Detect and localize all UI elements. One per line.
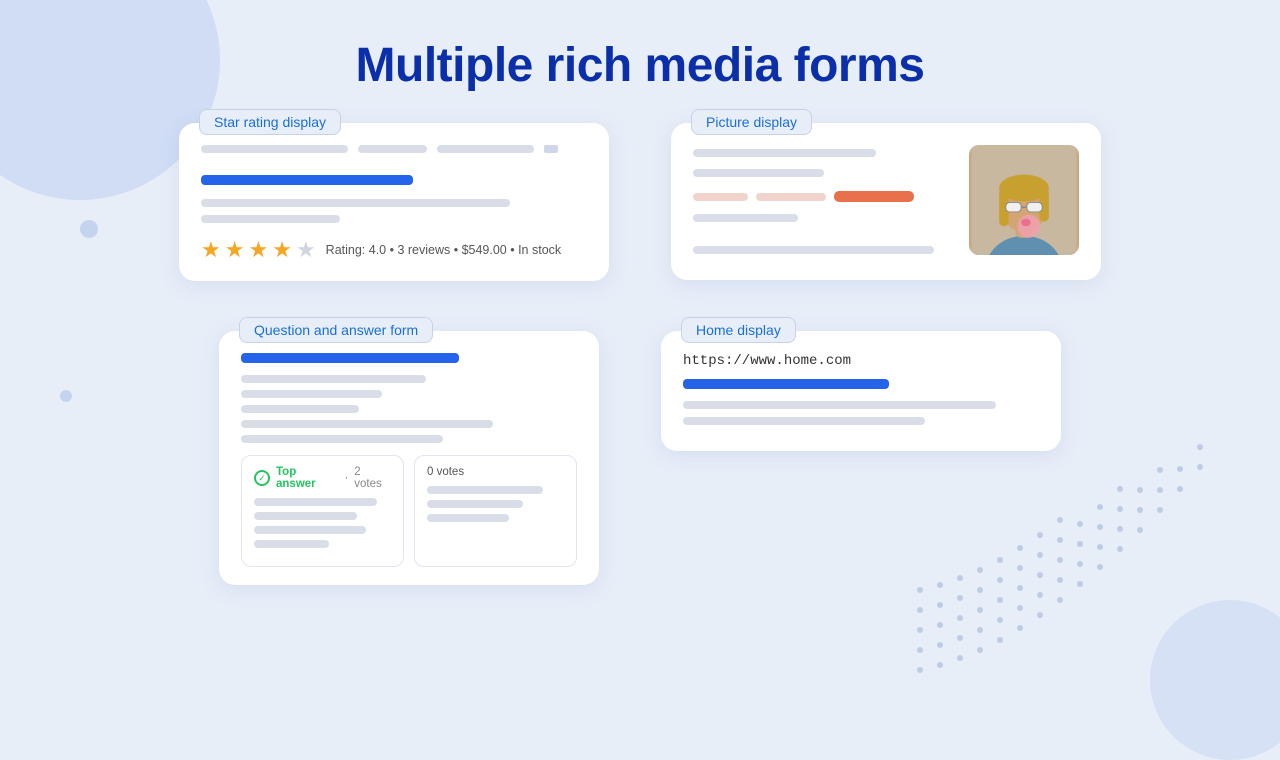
home-url-text: https://www.home.com	[683, 353, 1039, 369]
ph-line	[683, 401, 996, 409]
top-answer-vote-count: 2 votes	[354, 466, 391, 490]
ph-line	[241, 375, 426, 383]
star-2: ★	[225, 237, 245, 263]
qa-top-answer-header: ✓ Top answer · 2 votes	[254, 466, 391, 490]
star-card-top-bar	[201, 145, 587, 161]
star-rating-label: Star rating display	[199, 109, 341, 135]
qa-card-wrapper: Question and answer form ✓ Top answer · …	[219, 331, 599, 585]
home-progress-bar	[683, 379, 889, 389]
page-title: Multiple rich media forms	[0, 0, 1280, 93]
ph-line	[693, 214, 798, 222]
top-cards-row: Star rating display ★ ★ ★ ★ ★ Rating: 4.…	[0, 113, 1280, 291]
ph-line	[693, 246, 934, 254]
pill-row-1	[693, 191, 955, 202]
check-circle-icon: ✓	[254, 470, 270, 486]
qa-top-answer-box: ✓ Top answer · 2 votes	[241, 455, 404, 567]
ph-line	[427, 514, 509, 522]
ph-line	[241, 390, 382, 398]
ph-line	[254, 540, 329, 548]
ph-line	[254, 526, 366, 534]
second-answer-votes: 0 votes	[427, 466, 564, 478]
qa-progress-bar	[241, 353, 459, 363]
top-answer-votes: ·	[344, 472, 348, 484]
bg-decoration-circle-3	[80, 220, 98, 238]
ph-line	[358, 145, 427, 153]
star-rating-card: ★ ★ ★ ★ ★ Rating: 4.0 • 3 reviews • $549…	[179, 123, 609, 281]
ph-line	[241, 420, 493, 428]
ph-line	[241, 405, 359, 413]
picture-display-label: Picture display	[691, 109, 812, 135]
star-4: ★	[272, 237, 292, 263]
picture-card-inner	[693, 145, 1079, 262]
picture-display-card-wrapper: Picture display	[671, 123, 1101, 281]
bg-decoration-circle-4	[60, 390, 72, 402]
ph-line	[693, 149, 876, 157]
bg-spiral-pattern	[900, 430, 1220, 690]
star-card-progress	[201, 175, 413, 185]
ph-line	[254, 498, 377, 506]
picture-card-image	[969, 145, 1079, 255]
ph-pill	[693, 193, 748, 201]
top-answer-badge: Top answer	[276, 466, 338, 490]
star-rating-card-wrapper: Star rating display ★ ★ ★ ★ ★ Rating: 4.…	[179, 123, 609, 281]
ph-line	[201, 199, 510, 207]
star-3: ★	[248, 237, 268, 263]
qa-card: ✓ Top answer · 2 votes 0 votes	[219, 331, 599, 585]
star-rating-row: ★ ★ ★ ★ ★ Rating: 4.0 • 3 reviews • $549…	[201, 237, 587, 263]
ph-line	[254, 512, 357, 520]
ph-line	[427, 486, 543, 494]
qa-answers-row: ✓ Top answer · 2 votes 0 votes	[241, 455, 577, 567]
ph-line	[693, 169, 824, 177]
ph-line	[241, 435, 443, 443]
orange-button-pill	[834, 191, 914, 202]
qa-second-answer-box: 0 votes	[414, 455, 577, 567]
star-5-empty: ★	[296, 237, 316, 263]
picture-display-card	[671, 123, 1101, 280]
ph-line	[683, 417, 925, 425]
qa-card-label: Question and answer form	[239, 317, 433, 343]
ph-pill	[756, 193, 826, 201]
ph-dropdown	[544, 145, 558, 153]
ph-line	[427, 500, 523, 508]
home-display-label: Home display	[681, 317, 796, 343]
ph-line	[201, 215, 340, 223]
star-1: ★	[201, 237, 221, 263]
picture-card-content	[693, 145, 955, 262]
person-photo-svg	[969, 145, 1079, 255]
ph-line	[437, 145, 534, 153]
ph-line	[201, 145, 348, 153]
star-meta-text: Rating: 4.0 • 3 reviews • $549.00 • In s…	[326, 243, 561, 257]
